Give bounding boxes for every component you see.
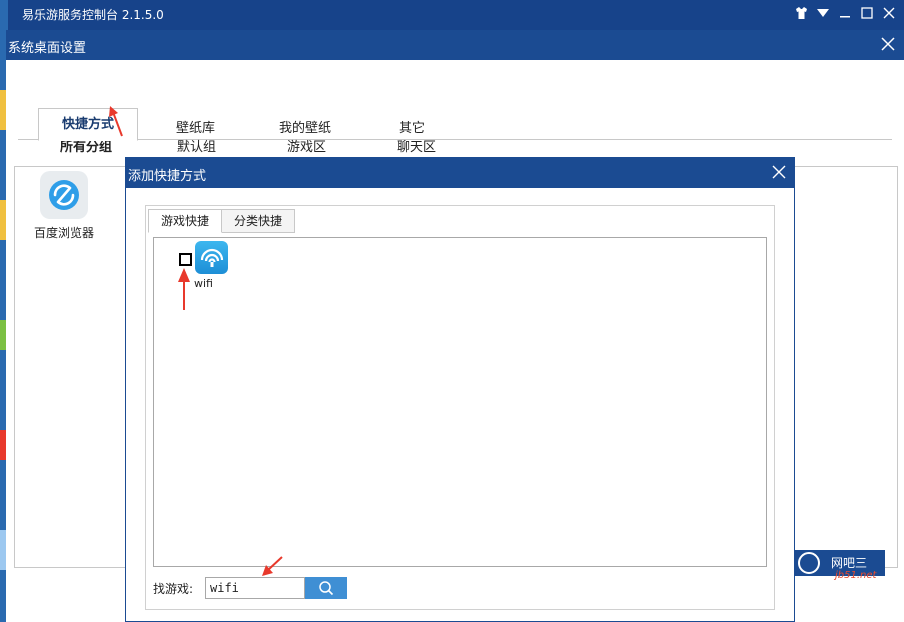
shortcut-item[interactable]: 百度浏览器: [29, 171, 99, 241]
settings-title: 系统桌面设置: [8, 41, 87, 56]
search-input[interactable]: [205, 577, 305, 599]
maximize-icon[interactable]: [860, 6, 874, 20]
watermark-text: jb51.net: [835, 570, 877, 581]
dialog-close-icon[interactable]: [770, 163, 788, 181]
game-list: wifi: [153, 237, 767, 567]
settings-close-icon[interactable]: [878, 34, 898, 54]
window-controls: [794, 6, 896, 20]
app-title: 易乐游服务控制台 2.1.5.0: [22, 8, 164, 22]
settings-tabs: 快捷方式 壁纸库 我的壁纸 其它: [6, 60, 904, 142]
game-label: wifi: [194, 277, 213, 290]
app-title-bar: 易乐游服务控制台 2.1.5.0: [8, 0, 904, 30]
shirt-icon[interactable]: [794, 6, 808, 20]
tab-shortcuts[interactable]: 快捷方式: [38, 108, 138, 141]
subtab-default-group[interactable]: 默认组: [177, 136, 216, 155]
tab-game-shortcuts[interactable]: 游戏快捷: [148, 209, 223, 233]
minimize-icon[interactable]: [838, 6, 852, 20]
tab-category-shortcuts[interactable]: 分类快捷: [221, 209, 296, 233]
brand-text: 网吧三: [831, 556, 868, 570]
tab-other[interactable]: 其它: [399, 117, 425, 136]
dialog-title: 添加快捷方式: [128, 169, 207, 184]
baidu-browser-icon: [40, 171, 88, 219]
search-icon: [319, 581, 334, 596]
tab-wallpaper-library[interactable]: 壁纸库: [176, 117, 215, 136]
tab-my-wallpaper[interactable]: 我的壁纸: [279, 117, 331, 136]
shortcut-label: 百度浏览器: [33, 226, 94, 240]
subtab-chat-zone[interactable]: 聊天区: [397, 136, 436, 155]
close-icon[interactable]: [882, 6, 896, 20]
search-button[interactable]: [305, 577, 347, 599]
game-checkbox[interactable]: [179, 253, 192, 266]
dropdown-icon[interactable]: [816, 6, 830, 20]
brand-circle-icon: [798, 552, 820, 574]
settings-title-bar: 系统桌面设置: [6, 30, 904, 60]
brand-logo: 网吧三 jb51.net: [795, 550, 895, 590]
dialog-title-bar: 添加快捷方式: [126, 158, 794, 188]
tab-baseline: [18, 139, 892, 140]
wifi-icon: [195, 241, 228, 274]
add-shortcut-dialog: 添加快捷方式 游戏快捷 分类快捷 wifi 找游戏:: [125, 157, 795, 622]
game-item[interactable]: wifi: [176, 241, 236, 291]
subtab-game-zone[interactable]: 游戏区: [287, 136, 326, 155]
search-label: 找游戏:: [153, 582, 194, 596]
